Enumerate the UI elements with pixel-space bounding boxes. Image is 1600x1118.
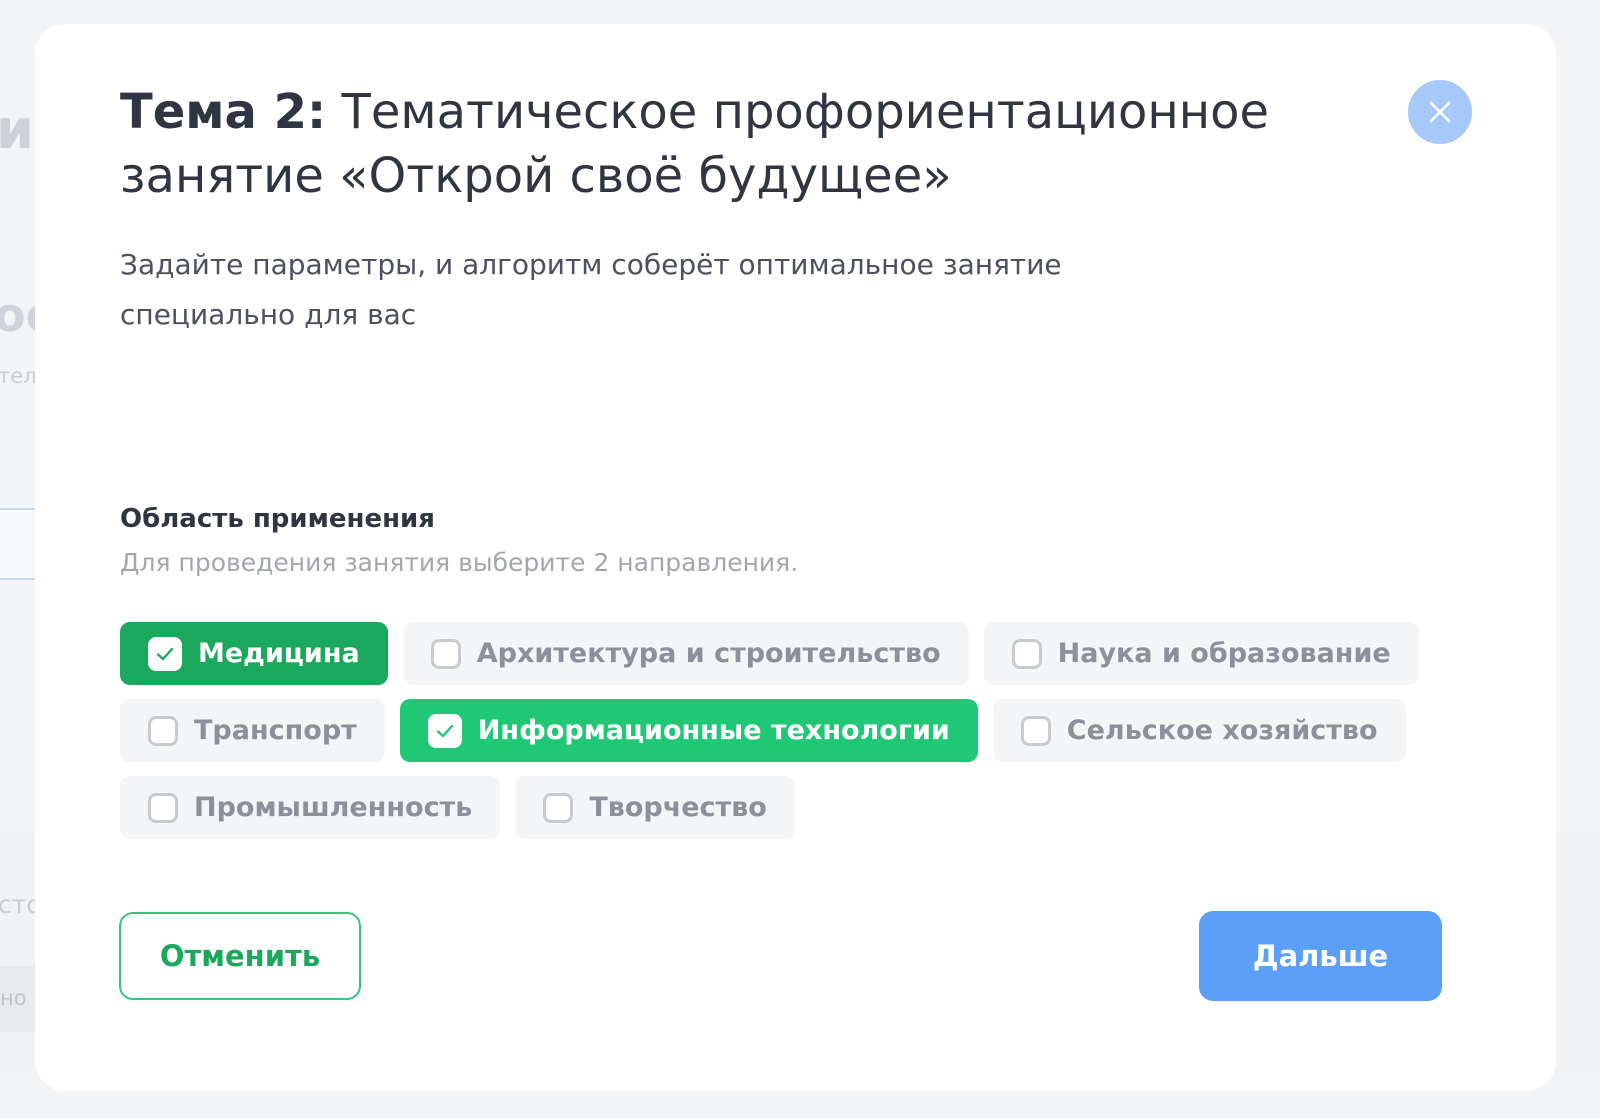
option-industry[interactable]: Промышленность — [120, 776, 501, 839]
checkbox-icon — [1020, 715, 1051, 746]
checkbox-icon — [148, 792, 178, 823]
option-label: Сельское хозяйство — [1066, 715, 1378, 746]
close-button[interactable] — [1408, 80, 1472, 144]
checkbox-checked-icon — [427, 713, 462, 748]
option-label: Транспорт — [194, 715, 357, 746]
next-button[interactable]: Дальше — [1199, 911, 1442, 1001]
checkbox-checked-icon — [148, 636, 182, 671]
option-science-education[interactable]: Наука и образование — [983, 622, 1419, 685]
section-hint: Для проведения занятия выберите 2 направ… — [120, 548, 799, 577]
checkbox-icon — [148, 715, 178, 746]
options-row: Промышленность Творчество — [120, 776, 1420, 839]
checkbox-icon — [430, 638, 461, 669]
close-icon — [1429, 101, 1451, 123]
background-caption-fragment: тел — [0, 364, 37, 388]
topic-settings-modal: Тема 2: Тематическое профориентационное … — [35, 24, 1556, 1091]
section-label: Область применения — [120, 504, 435, 534]
cancel-button[interactable]: Отменить — [119, 912, 361, 1000]
option-label: Медицина — [198, 638, 360, 669]
option-label: Творчество — [589, 792, 767, 823]
option-label: Промышленность — [194, 792, 473, 823]
option-medicine[interactable]: Медицина — [120, 622, 388, 685]
option-agriculture[interactable]: Сельское хозяйство — [992, 699, 1406, 762]
option-architecture[interactable]: Архитектура и строительство — [402, 622, 969, 685]
modal-title-prefix: Тема 2: — [120, 84, 327, 140]
options-row: Медицина Архитектура и строительство Нау… — [120, 622, 1420, 685]
checkbox-icon — [1011, 638, 1042, 669]
option-label: Наука и образование — [1057, 638, 1391, 669]
option-transport[interactable]: Транспорт — [120, 699, 385, 762]
background-strip-text: но — [0, 986, 27, 1010]
option-label: Архитектура и строительство — [476, 638, 941, 669]
option-creativity[interactable]: Творчество — [515, 776, 795, 839]
options-row: Транспорт Информационные технологии Сель… — [120, 699, 1420, 762]
modal-subtitle: Задайте параметры, и алгоритм соберёт оп… — [120, 248, 1062, 331]
direction-options: Медицина Архитектура и строительство Нау… — [120, 622, 1420, 853]
option-information-technology[interactable]: Информационные технологии — [399, 699, 978, 762]
checkbox-icon — [543, 792, 574, 823]
modal-title: Тема 2: Тематическое профориентационное … — [120, 80, 1320, 208]
option-label: Информационные технологии — [477, 715, 950, 746]
